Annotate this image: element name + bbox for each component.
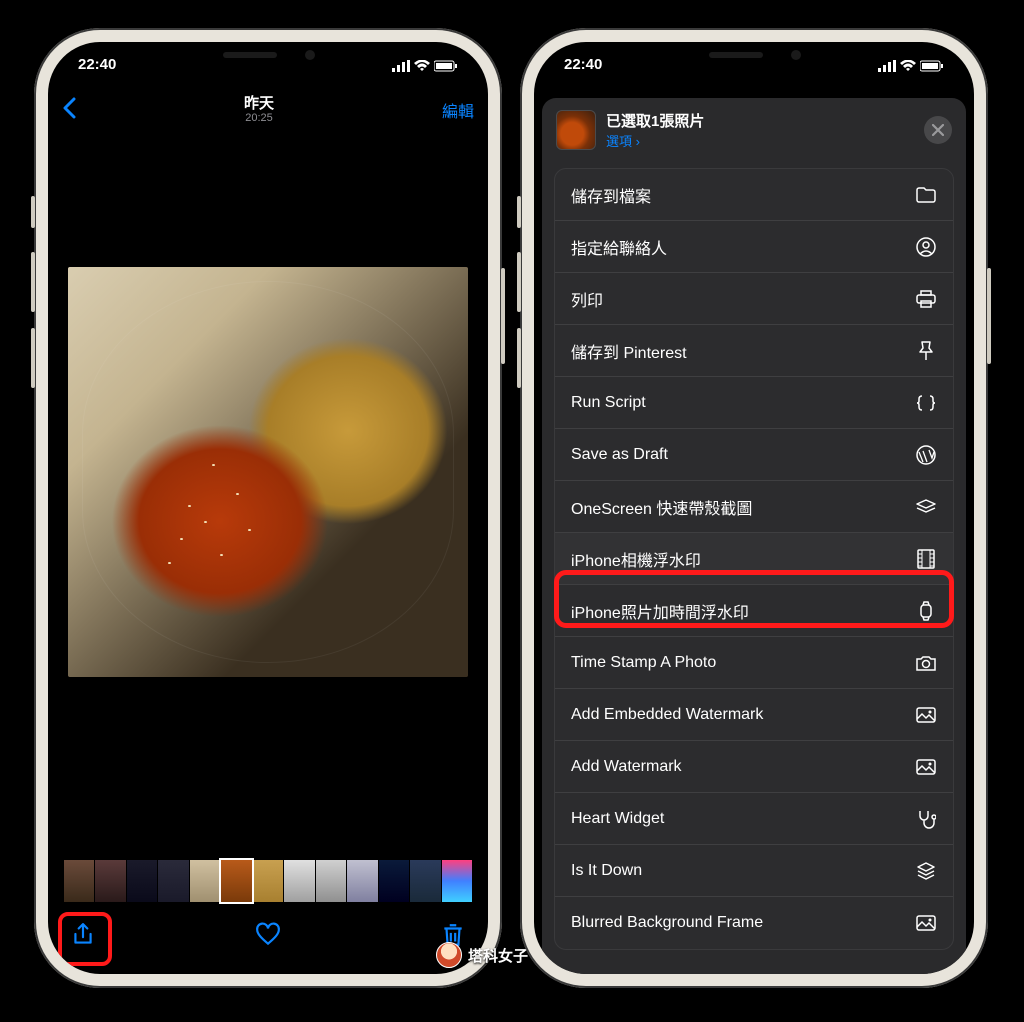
share-action-label: iPhone相機浮水印	[571, 547, 701, 571]
share-action-label: iPhone照片加時間浮水印	[571, 599, 749, 623]
wordpress-icon	[915, 445, 937, 465]
thumbnail[interactable]	[95, 860, 125, 902]
share-action-label: Run Script	[571, 394, 646, 412]
printer-icon	[915, 290, 937, 308]
film-icon	[915, 549, 937, 569]
watch-icon	[915, 601, 937, 621]
share-action-row[interactable]: Run Script	[555, 377, 953, 429]
nav-title: 昨天 20:25	[244, 96, 274, 125]
stethoscope-icon	[915, 809, 937, 829]
close-button[interactable]	[924, 116, 952, 144]
picture-icon	[915, 915, 937, 931]
phone-frame-left: 22:40 昨天 20:25 編輯	[34, 28, 502, 988]
cellular-icon	[878, 60, 896, 72]
thumbnail[interactable]	[442, 860, 472, 902]
thumbnail[interactable]	[379, 860, 409, 902]
status-icons	[878, 56, 944, 76]
share-action-row[interactable]: Blurred Background Frame	[555, 897, 953, 949]
thumbnail[interactable]	[410, 860, 440, 902]
wifi-icon	[900, 60, 916, 72]
layers-icon	[915, 861, 937, 881]
share-action-label: Heart Widget	[571, 810, 664, 828]
camera-icon	[915, 655, 937, 671]
share-action-row[interactable]: 儲存到檔案	[555, 169, 953, 221]
close-icon	[932, 124, 944, 136]
share-action-row[interactable]: Time Stamp A Photo	[555, 637, 953, 689]
share-action-row[interactable]: Heart Widget	[555, 793, 953, 845]
thumbnail[interactable]	[190, 860, 220, 902]
thumbnail[interactable]	[284, 860, 314, 902]
share-action-label: 列印	[571, 287, 603, 311]
share-action-row[interactable]: iPhone相機浮水印	[555, 533, 953, 585]
main-photo[interactable]	[68, 267, 468, 677]
share-action-label: Blurred Background Frame	[571, 914, 763, 932]
share-action-label: Add Watermark	[571, 758, 682, 776]
back-button[interactable]	[62, 94, 76, 126]
thumbnail-selected[interactable]	[221, 860, 251, 902]
thumbnail[interactable]	[127, 860, 157, 902]
wifi-icon	[414, 60, 430, 72]
nav-title-time: 20:25	[244, 112, 274, 124]
stack-icon	[915, 499, 937, 515]
thumbnail-strip[interactable]	[64, 860, 472, 902]
heart-icon	[255, 922, 281, 948]
share-action-label: 儲存到 Pinterest	[571, 339, 687, 363]
share-sheet-header: 已選取1張照片 選項 ›	[542, 98, 966, 162]
status-icons	[392, 56, 458, 76]
share-action-label: Time Stamp A Photo	[571, 654, 716, 672]
nav-bar: 昨天 20:25 編輯	[48, 88, 488, 132]
share-sheet-title: 已選取1張照片	[606, 110, 914, 131]
image-watermark: 塔科女子	[436, 942, 528, 968]
share-action-row[interactable]: 列印	[555, 273, 953, 325]
share-action-label: OneScreen 快速帶殼截圖	[571, 495, 752, 519]
status-time: 22:40	[78, 56, 116, 76]
picture-icon	[915, 759, 937, 775]
share-action-row[interactable]: iPhone照片加時間浮水印	[555, 585, 953, 637]
status-time: 22:40	[564, 56, 602, 76]
folder-icon	[915, 187, 937, 203]
share-action-label: Is It Down	[571, 862, 642, 880]
share-action-row[interactable]: Is It Down	[555, 845, 953, 897]
share-action-label: Add Embedded Watermark	[571, 706, 763, 724]
chevron-left-icon	[62, 97, 76, 119]
share-action-row[interactable]: Add Watermark	[555, 741, 953, 793]
share-action-row[interactable]: OneScreen 快速帶殼截圖	[555, 481, 953, 533]
pin-icon	[915, 341, 937, 361]
share-action-label: Save as Draft	[571, 446, 668, 464]
share-action-row[interactable]: 儲存到 Pinterest	[555, 325, 953, 377]
share-icon	[70, 922, 96, 948]
share-action-list: 儲存到檔案指定給聯絡人列印儲存到 Pinterest Run Script Save…	[554, 168, 954, 950]
thumbnail[interactable]	[253, 860, 283, 902]
braces-icon	[915, 395, 937, 411]
edit-button[interactable]: 編輯	[442, 98, 474, 122]
thumbnail[interactable]	[316, 860, 346, 902]
share-action-row[interactable]: Add Embedded Watermark	[555, 689, 953, 741]
share-action-label: 指定給聯絡人	[571, 235, 667, 259]
share-sheet-options-link[interactable]: 選項 ›	[606, 131, 914, 150]
thumbnail[interactable]	[158, 860, 188, 902]
phone-frame-right: 22:40 已選取1張照片 選項 › 儲存到檔案指定給聯絡人列印儲存到 Pint…	[520, 28, 988, 988]
favorite-button[interactable]	[255, 922, 281, 948]
thumbnail[interactable]	[347, 860, 377, 902]
status-bar: 22:40	[534, 56, 974, 76]
share-sheet-thumbnail	[556, 110, 596, 150]
battery-icon	[920, 60, 944, 72]
thumbnail[interactable]	[64, 860, 94, 902]
status-bar: 22:40	[48, 56, 488, 76]
person-circle-icon	[915, 237, 937, 257]
picture-icon	[915, 707, 937, 723]
mascot-icon	[436, 942, 462, 968]
screen-right: 22:40 已選取1張照片 選項 › 儲存到檔案指定給聯絡人列印儲存到 Pint…	[534, 42, 974, 974]
share-sheet: 已選取1張照片 選項 › 儲存到檔案指定給聯絡人列印儲存到 Pinterest R…	[542, 98, 966, 974]
share-action-row[interactable]: Save as Draft	[555, 429, 953, 481]
cellular-icon	[392, 60, 410, 72]
share-button[interactable]	[70, 922, 96, 948]
share-action-row[interactable]: 指定給聯絡人	[555, 221, 953, 273]
screen-left: 22:40 昨天 20:25 編輯	[48, 42, 488, 974]
bottom-toolbar	[48, 910, 488, 960]
nav-title-day: 昨天	[244, 96, 274, 113]
watermark-text: 塔科女子	[468, 945, 528, 966]
battery-icon	[434, 60, 458, 72]
share-action-label: 儲存到檔案	[571, 183, 651, 207]
